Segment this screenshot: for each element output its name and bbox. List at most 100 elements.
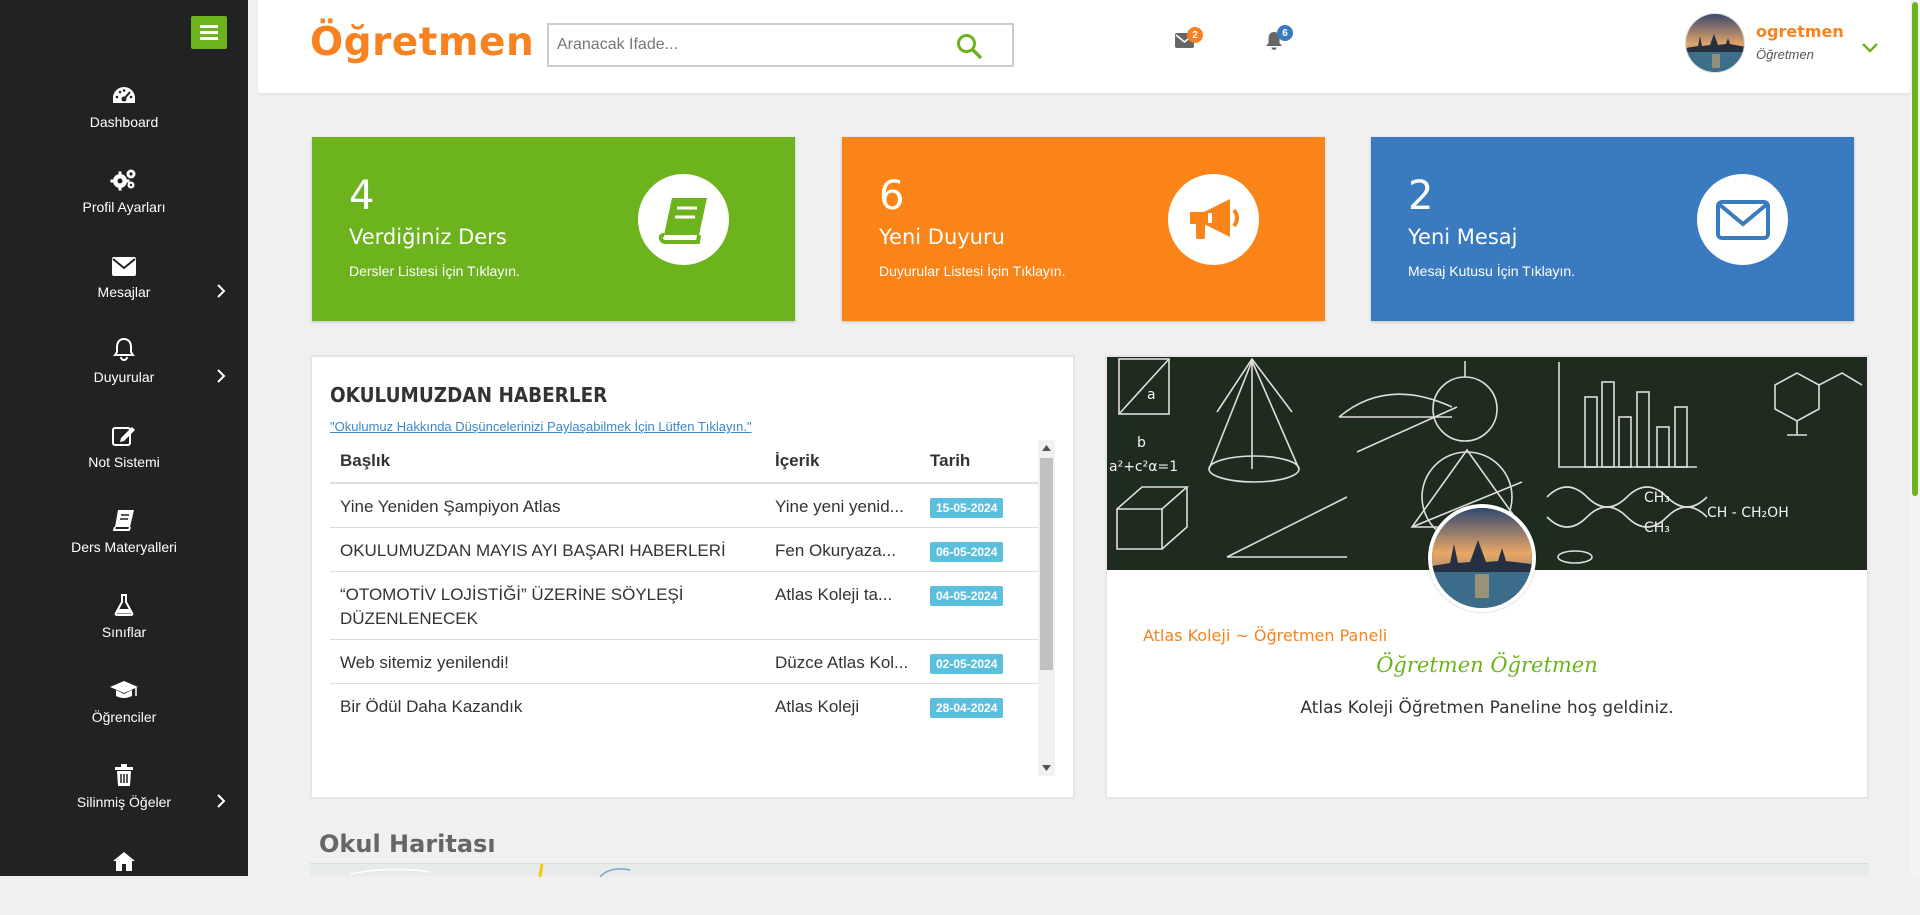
welcome-message: Atlas Koleji Öğretmen Paneline hoş geldi… <box>1300 698 1674 718</box>
table-row[interactable]: Web sitemiz yenilendi! Düzce Atlas Kol..… <box>330 639 1038 684</box>
welcome-panel: a²+c²α=1 a b CH₃ CH₃ CH - CH₂OH Atlas Ko… <box>1105 355 1869 799</box>
table-row[interactable]: “OTOMOTİV LOJİSTİĞİ” ÜZERİNE SÖYLEŞİ DÜZ… <box>330 571 1038 640</box>
sidebar-item-profile[interactable]: Profil Ayarları <box>0 165 248 235</box>
notifications-button[interactable]: 6 <box>1265 25 1293 56</box>
envelope-icon <box>112 250 136 276</box>
sidebar-item-home[interactable] <box>0 845 248 915</box>
trash-icon <box>115 760 133 786</box>
sidebar-item-grade-system[interactable]: Not Sistemi <box>0 420 248 490</box>
svg-text:CH₃: CH₃ <box>1644 520 1670 536</box>
card-subtitle: Dersler Listesi İçin Tıklayın. <box>349 263 520 279</box>
sidebar-item-announcements[interactable]: Duyurular <box>0 335 248 405</box>
envelope-icon <box>1697 174 1788 265</box>
sidebar-item-course-materials[interactable]: Ders Materyalleri <box>0 505 248 575</box>
date-badge: 15-05-2024 <box>930 498 1004 518</box>
news-row-content: Atlas Koleji <box>765 683 920 727</box>
date-badge: 06-05-2024 <box>930 542 1004 562</box>
user-menu-toggle[interactable] <box>1862 40 1878 58</box>
messages-button[interactable]: 2 <box>1175 27 1203 53</box>
date-badge: 04-05-2024 <box>930 586 1004 606</box>
news-row-content: Atlas Koleji ta... <box>765 571 920 640</box>
home-icon <box>112 845 136 871</box>
news-table-container[interactable]: Başlık İçerik Tarih Yine Yeniden Şampiyo… <box>330 440 1055 776</box>
sidebar-item-label: Silinmiş Öğeler <box>76 794 172 810</box>
sidebar-item-label: Not Sistemi <box>88 454 160 470</box>
card-number: 6 <box>879 173 905 219</box>
book-icon <box>113 505 135 531</box>
messages-count-badge: 2 <box>1187 27 1203 43</box>
card-number: 2 <box>1408 173 1434 219</box>
news-row-title: “OTOMOTİV LOJİSTİĞİ” ÜZERİNE SÖYLEŞİ DÜZ… <box>330 571 765 640</box>
sidebar-item-students[interactable]: Öğrenciler <box>0 675 248 745</box>
card-subtitle: Mesaj Kutusu İçin Tıklayın. <box>1408 263 1576 279</box>
column-header-content: İçerik <box>765 440 920 484</box>
chevron-right-icon <box>217 794 226 813</box>
news-row-title: OKULUMUZDAN MAYIS AYI BAŞARI HABERLERİ <box>330 527 765 572</box>
chevron-right-icon <box>217 369 226 388</box>
courses-card[interactable]: 4 Verdiğiniz Ders Dersler Listesi İçin T… <box>312 137 795 321</box>
search-button[interactable] <box>956 33 982 64</box>
scroll-down-arrow-icon[interactable] <box>1042 765 1051 771</box>
sidebar: Dashboard Profil Ayarları Mesajlar Duyur… <box>0 0 248 876</box>
school-panel-subtitle: Atlas Koleji ~ Öğretmen Paneli <box>1143 626 1388 645</box>
scroll-up-arrow-icon[interactable] <box>1042 445 1051 451</box>
search-icon <box>957 34 982 59</box>
svg-text:CH - CH₂OH: CH - CH₂OH <box>1707 505 1789 521</box>
sidebar-item-label: Duyurular <box>93 369 155 385</box>
news-row-title: Bir Ödül Daha Kazandık <box>330 683 765 727</box>
school-map[interactable] <box>310 863 1869 878</box>
sidebar-item-label: Profil Ayarları <box>82 199 166 215</box>
feedback-link[interactable]: "Okulumuz Hakkında Düşüncelerinizi Payla… <box>330 419 752 434</box>
dashboard-icon <box>111 80 137 106</box>
svg-text:a²+c²α=1: a²+c²α=1 <box>1109 459 1178 475</box>
sidebar-item-classes[interactable]: Sınıflar <box>0 590 248 660</box>
card-number: 4 <box>349 173 375 219</box>
announcements-card[interactable]: 6 Yeni Duyuru Duyurular Listesi İçin Tık… <box>842 137 1325 321</box>
table-header-row: Başlık İçerik Tarih <box>330 440 1038 484</box>
table-scrollbar-thumb[interactable] <box>1040 458 1053 670</box>
svg-text:b: b <box>1137 435 1146 451</box>
table-row[interactable]: Yine Yeniden Şampiyon Atlas Yine yeni ye… <box>330 482 1038 528</box>
hamburger-icon <box>200 25 218 40</box>
card-title: Yeni Mesaj <box>1408 225 1518 249</box>
search-input[interactable] <box>549 26 939 64</box>
user-avatar[interactable] <box>1685 13 1745 73</box>
sidebar-item-label: Öğrenciler <box>91 709 157 725</box>
sidebar-item-deleted-items[interactable]: Silinmiş Öğeler <box>0 760 248 830</box>
map-section-title: Okul Haritası <box>319 830 496 858</box>
date-badge: 28-04-2024 <box>930 698 1004 718</box>
news-row-content: Fen Okuryaza... <box>765 527 920 572</box>
flask-icon <box>114 590 134 616</box>
page-scrollbar-thumb[interactable] <box>1912 2 1918 496</box>
table-row[interactable]: Bir Ödül Daha Kazandık Atlas Koleji 28-0… <box>330 683 1038 727</box>
user-name[interactable]: ogretmen <box>1756 22 1844 41</box>
sidebar-item-label: Ders Materyalleri <box>71 539 177 555</box>
table-scrollbar[interactable] <box>1038 440 1055 776</box>
news-panel: OKULUMUZDAN HABERLER "Okulumuz Hakkında … <box>310 355 1075 799</box>
book-icon <box>638 174 729 265</box>
card-subtitle: Duyurular Listesi İçin Tıklayın. <box>879 263 1066 279</box>
edit-icon <box>112 420 136 446</box>
messages-card[interactable]: 2 Yeni Mesaj Mesaj Kutusu İçin Tıklayın. <box>1371 137 1854 321</box>
date-badge: 02-05-2024 <box>930 654 1004 674</box>
sidebar-item-label: Mesajlar <box>97 284 151 300</box>
top-header: Öğretmen 2 6 ogretmen Öğretmen <box>258 0 1920 94</box>
news-row-title: Web sitemiz yenilendi! <box>330 639 765 684</box>
card-title: Yeni Duyuru <box>879 225 1005 249</box>
search-box <box>547 23 1014 67</box>
user-role: Öğretmen <box>1756 47 1814 62</box>
sidebar-item-dashboard[interactable]: Dashboard <box>0 80 248 150</box>
sidebar-item-messages[interactable]: Mesajlar <box>0 250 248 320</box>
notifications-count-badge: 6 <box>1277 25 1293 41</box>
chevron-right-icon <box>217 284 226 303</box>
sidebar-item-label: Sınıflar <box>101 624 147 640</box>
app-brand: Öğretmen <box>310 20 535 65</box>
news-table: Başlık İçerik Tarih Yine Yeniden Şampiyo… <box>330 440 1038 727</box>
column-header-title: Başlık <box>330 440 765 484</box>
news-row-title: Yine Yeniden Şampiyon Atlas <box>330 482 765 528</box>
bell-icon <box>113 335 135 361</box>
table-row[interactable]: OKULUMUZDAN MAYIS AYI BAŞARI HABERLERİ F… <box>330 527 1038 572</box>
menu-toggle-button[interactable] <box>191 16 227 49</box>
news-title: OKULUMUZDAN HABERLER <box>330 383 608 407</box>
page-scrollbar[interactable] <box>1910 0 1920 876</box>
